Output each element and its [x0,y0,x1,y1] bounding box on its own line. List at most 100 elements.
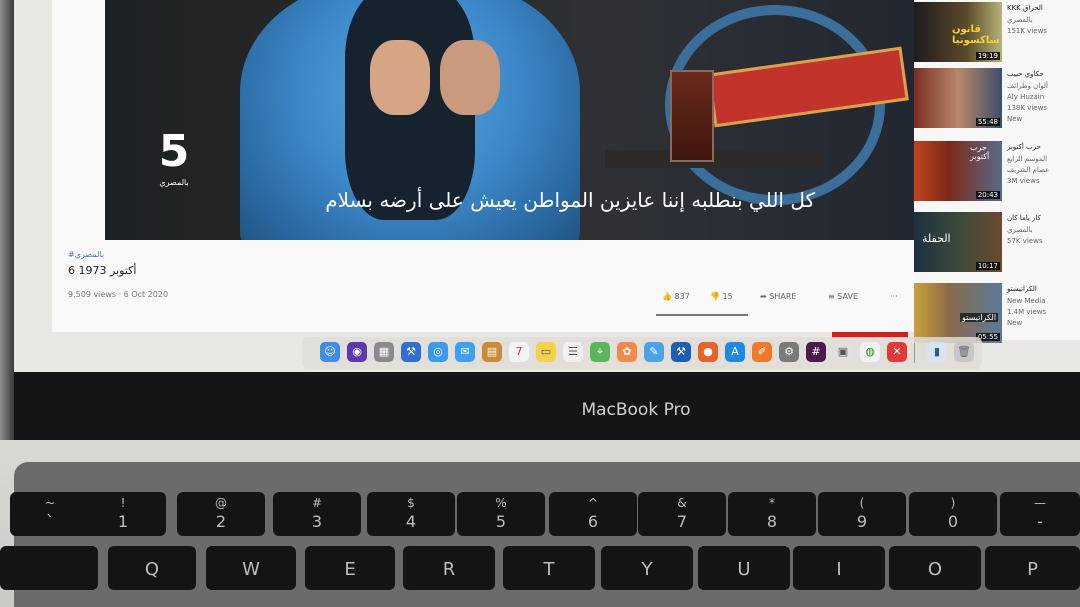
related-title: كار ياما كان [1007,214,1041,222]
share-icon: ➦ [760,292,767,301]
key-6[interactable]: ^ 6 [549,492,637,536]
dock-separator [914,343,915,363]
related-title: حكاوي حبيب [1007,70,1044,78]
share-button[interactable]: ➦ SHARE [760,292,796,301]
key-4[interactable]: $4 [367,492,455,536]
preview-icon[interactable]: ▣ [833,342,853,362]
related-views: 151K views [1007,27,1047,35]
messages-icon[interactable]: ✎ [644,342,664,362]
thumbnail-text: حرب أكتوبر [970,143,990,161]
video-thumbnail[interactable]: قانون ساكسونيا 19:19 [914,2,1002,62]
related-video[interactable]: قانون ساكسونيا 19:19 KKK الحراق بالمصري … [914,2,1080,66]
dislike-button[interactable]: 👎 15 [710,292,733,301]
chrome-icon[interactable]: ◍ [860,342,880,362]
view-count-date: 9,509 views · 6 Oct 2020 [68,290,169,299]
photo-scene: 5 بالمصري كل اللي بنطلبه إننا عايزين الم… [0,0,1080,607]
key-o[interactable]: O [889,546,981,590]
thumbnail-text: الكراتيستو [960,313,999,322]
video-player[interactable]: 5 بالمصري كل اللي بنطلبه إننا عايزين الم… [105,0,948,240]
channel-hashtag[interactable]: #بالمصري [68,250,104,259]
pages-icon[interactable]: ✐ [752,342,772,362]
related-author: عصام الشريف [1007,166,1050,174]
video-thumbnail[interactable]: الحفلة 10:17 [914,212,1002,272]
more-button[interactable]: ··· [890,292,898,301]
xcode-icon[interactable]: ⚒ [401,342,421,362]
like-button[interactable]: 👍 837 [662,292,690,301]
channel-logo-text: بالمصري [159,178,189,187]
related-views: 57K views [1007,237,1043,245]
mail-icon[interactable]: ✉ [455,342,475,362]
related-title: حرب أكتوبر [1007,143,1041,151]
siri-icon[interactable]: ◉ [347,342,367,362]
related-video[interactable]: الحفلة 10:17 كار ياما كان بالمصري 57K vi… [914,212,1080,276]
system-preferences-icon[interactable]: ⚙ [779,342,799,362]
key-u[interactable]: U [698,546,790,590]
thumbs-down-icon: 👎 [710,292,720,301]
key-9[interactable]: (9 [818,492,906,536]
stickies-icon[interactable]: ▭ [536,342,556,362]
key-i[interactable]: I [793,546,885,590]
save-button[interactable]: ≡ SAVE [828,292,858,301]
close-app-icon[interactable]: ✕ [887,342,907,362]
launchpad-icon[interactable]: ▦ [374,342,394,362]
like-ratio-bar [656,314,748,316]
thumbs-up-icon: 👍 [662,292,672,301]
video-thumbnail[interactable]: الكراتيستو 05:55 [914,283,1002,343]
key-w[interactable]: W [206,546,296,590]
laptop-brand: MacBook Pro [581,400,691,420]
video-subtitle: كل اللي بنطلبه إننا عايزين المواطن يعيش … [325,188,815,212]
xcode-alt-icon[interactable]: ⚒ [671,342,691,362]
maps-icon[interactable]: ⌖ [590,342,610,362]
appstore-icon[interactable]: A [725,342,745,362]
key-5[interactable]: % 5 [457,492,545,536]
related-video[interactable]: 55:48 حكاوي حبيب ألوان وطرائف Aly Huzain… [914,68,1080,132]
key-2[interactable]: @2 [177,492,265,536]
video-duration: 10:17 [975,262,1000,270]
calendar-icon[interactable]: 7 [509,342,529,362]
safari-icon[interactable]: ◎ [428,342,448,362]
save-label: SAVE [837,292,858,301]
related-author: Aly Huzain [1007,93,1045,101]
key-t[interactable]: T [503,546,595,590]
notes-icon[interactable]: ▤ [482,342,502,362]
video-thumbnail[interactable]: 55:48 [914,68,1002,128]
photos-icon[interactable]: ✿ [617,342,637,362]
key-8[interactable]: * 8 [728,492,816,536]
video-duration: 19:19 [975,52,1000,60]
key-0[interactable]: ) 0 [909,492,997,536]
key-p[interactable]: P [985,546,1080,590]
files-icon[interactable]: ▮ [927,342,947,362]
slack-icon[interactable]: # [806,342,826,362]
presenter-hand [440,40,500,115]
related-videos: قانون ساكسونيا 19:19 KKK الحراق بالمصري … [914,0,1080,343]
key-tab[interactable] [0,546,98,590]
laptop-edge [0,0,14,440]
thumbnail-text: قانون ساكسونيا [952,24,1000,46]
key-y[interactable]: Y [601,546,693,590]
related-views: 138K views [1007,104,1047,112]
key-backtick[interactable]: ~ ` [10,492,90,536]
key-q[interactable]: Q [108,546,196,590]
related-channel: بالمصري [1007,16,1033,24]
key-r[interactable]: R [403,546,495,590]
video-actions: 👍 837 👎 15 ➦ SHARE ≡ SAVE ··· [662,292,912,306]
video-thumbnail[interactable]: حرب أكتوبر 20:43 [914,141,1002,201]
share-label: SHARE [769,292,797,301]
trash-icon[interactable]: 🗑 [954,342,974,362]
background-table [605,150,825,168]
reminders-icon[interactable]: ☰ [563,342,583,362]
thumbnail-text: الحفلة [922,232,951,245]
related-channel: ألوان وطرائف [1007,82,1048,90]
new-badge: New [1007,319,1023,327]
key-minus[interactable]: — - [1000,492,1080,536]
related-video[interactable]: حرب أكتوبر 20:43 حرب أكتوبر الموسم الراب… [914,141,1080,205]
finder-icon[interactable]: ☺ [320,342,340,362]
key-e[interactable]: E [305,546,395,590]
youtube-main: 5 بالمصري كل اللي بنطلبه إننا عايزين الم… [52,0,948,338]
macos-dock: ☺ ◉ ▦ ⚒ ◎ ✉ ▤ 7 ▭ ☰ ⌖ ✿ ✎ ⚒ ● A ✐ ⚙ # ▣ [302,337,982,369]
new-badge: New [1007,115,1023,123]
key-3[interactable]: #3 [273,492,361,536]
key-1[interactable]: ! 1 [80,492,166,536]
key-7[interactable]: & 7 [638,492,726,536]
firefox-icon[interactable]: ● [698,342,718,362]
